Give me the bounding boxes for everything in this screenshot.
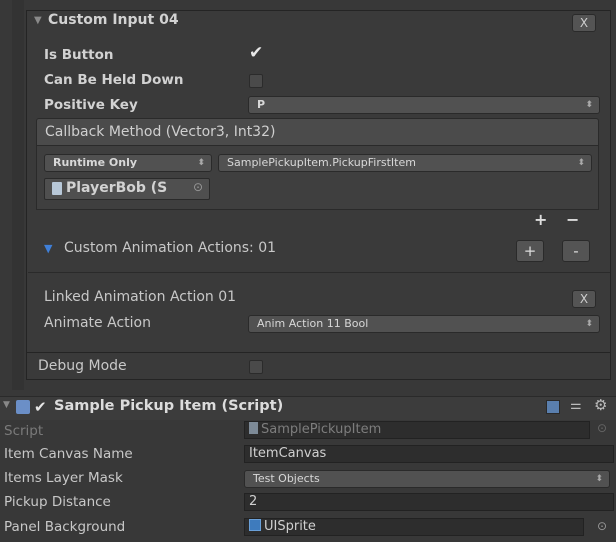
items-layer-mask-value: Test Objects xyxy=(253,472,320,485)
dropdown-arrow-icon: ⬍ xyxy=(585,319,593,329)
script-label: Script xyxy=(4,423,44,439)
foldout-arrow-icon[interactable]: ▼ xyxy=(34,15,42,26)
sprite-icon xyxy=(249,519,261,531)
callback-object-field[interactable]: PlayerBob (S ⊙ xyxy=(44,178,210,200)
items-layer-mask-label: Items Layer Mask xyxy=(4,470,123,486)
callback-add-button[interactable]: + xyxy=(534,210,547,229)
script-value: SamplePickupItem xyxy=(261,422,382,437)
positive-key-label: Positive Key xyxy=(44,97,138,113)
foldout-expanded-icon[interactable]: ▼ xyxy=(44,242,52,255)
runtime-mode-dropdown[interactable]: Runtime Only ⬍ xyxy=(44,154,212,172)
runtime-mode-value: Runtime Only xyxy=(53,156,138,169)
pickup-distance-value: 2 xyxy=(249,494,258,509)
item-canvas-name-value: ItemCanvas xyxy=(249,446,327,461)
animation-actions-label: Custom Animation Actions: 01 xyxy=(64,240,277,256)
script-component-icon xyxy=(16,400,30,414)
preset-sliders-icon[interactable]: ⚌ xyxy=(570,398,582,413)
held-down-checkbox[interactable] xyxy=(249,74,263,88)
animate-action-value: Anim Action 11 Bool xyxy=(257,317,369,330)
object-picker-icon[interactable]: ⊙ xyxy=(597,519,607,533)
callback-header: Callback Method (Vector3, Int32) xyxy=(36,118,599,146)
custom-input-title: Custom Input 04 xyxy=(48,12,179,28)
callback-object-value: PlayerBob (S xyxy=(66,180,168,196)
add-animation-action-button[interactable]: + xyxy=(516,240,544,262)
callback-method-dropdown[interactable]: SamplePickupItem.PickupFirstItem ⬍ xyxy=(218,154,592,172)
checkmark-icon: ✔ xyxy=(249,43,264,63)
animate-action-label: Animate Action xyxy=(44,315,151,331)
panel-background-field[interactable]: UISprite xyxy=(244,518,584,536)
debug-mode-checkbox[interactable] xyxy=(249,360,263,374)
held-down-label: Can Be Held Down xyxy=(44,72,184,88)
item-canvas-name-label: Item Canvas Name xyxy=(4,446,133,462)
script-file-icon xyxy=(249,422,258,434)
positive-key-dropdown[interactable]: P ⬍ xyxy=(248,96,600,114)
callback-method-value: SamplePickupItem.PickupFirstItem xyxy=(227,156,416,169)
items-layer-mask-dropdown[interactable]: Test Objects ⬍ xyxy=(244,470,610,488)
callback-remove-button[interactable]: − xyxy=(566,210,579,229)
positive-key-value: P xyxy=(257,98,266,111)
script-file-icon xyxy=(52,182,62,195)
settings-gear-icon[interactable]: ⚙ xyxy=(594,396,607,414)
help-book-icon[interactable] xyxy=(546,400,560,414)
component-foldout-icon[interactable]: ▼ xyxy=(3,400,10,410)
dropdown-arrow-icon: ⬍ xyxy=(595,474,603,484)
linked-action-title: Linked Animation Action 01 xyxy=(44,289,237,305)
remove-input-button[interactable]: X xyxy=(572,14,596,32)
indent-gutter xyxy=(12,0,24,390)
panel-background-value: UISprite xyxy=(264,519,316,534)
is-button-checkbox[interactable]: ✔ xyxy=(248,43,266,63)
object-picker-icon[interactable]: ⊙ xyxy=(193,180,203,194)
dropdown-arrow-icon: ⬍ xyxy=(585,100,593,110)
component-enabled-checkbox[interactable]: ✔ xyxy=(34,398,47,416)
dropdown-arrow-icon: ⬍ xyxy=(197,158,205,168)
section-divider xyxy=(28,272,610,273)
debug-mode-label: Debug Mode xyxy=(38,358,127,374)
remove-linked-action-button[interactable]: X xyxy=(572,290,596,308)
pickup-distance-label: Pickup Distance xyxy=(4,494,111,510)
dropdown-arrow-icon: ⬍ xyxy=(577,158,585,168)
pickup-distance-input[interactable]: 2 xyxy=(244,493,614,511)
animate-action-dropdown[interactable]: Anim Action 11 Bool ⬍ xyxy=(248,315,600,333)
remove-animation-action-button[interactable]: - xyxy=(562,240,590,262)
object-picker-icon: ⊙ xyxy=(597,421,608,435)
item-canvas-name-input[interactable]: ItemCanvas xyxy=(244,445,614,463)
panel-background-label: Panel Background xyxy=(4,519,126,535)
component-title: Sample Pickup Item (Script) xyxy=(54,398,284,414)
is-button-label: Is Button xyxy=(44,47,114,63)
script-field: SamplePickupItem xyxy=(244,421,590,439)
